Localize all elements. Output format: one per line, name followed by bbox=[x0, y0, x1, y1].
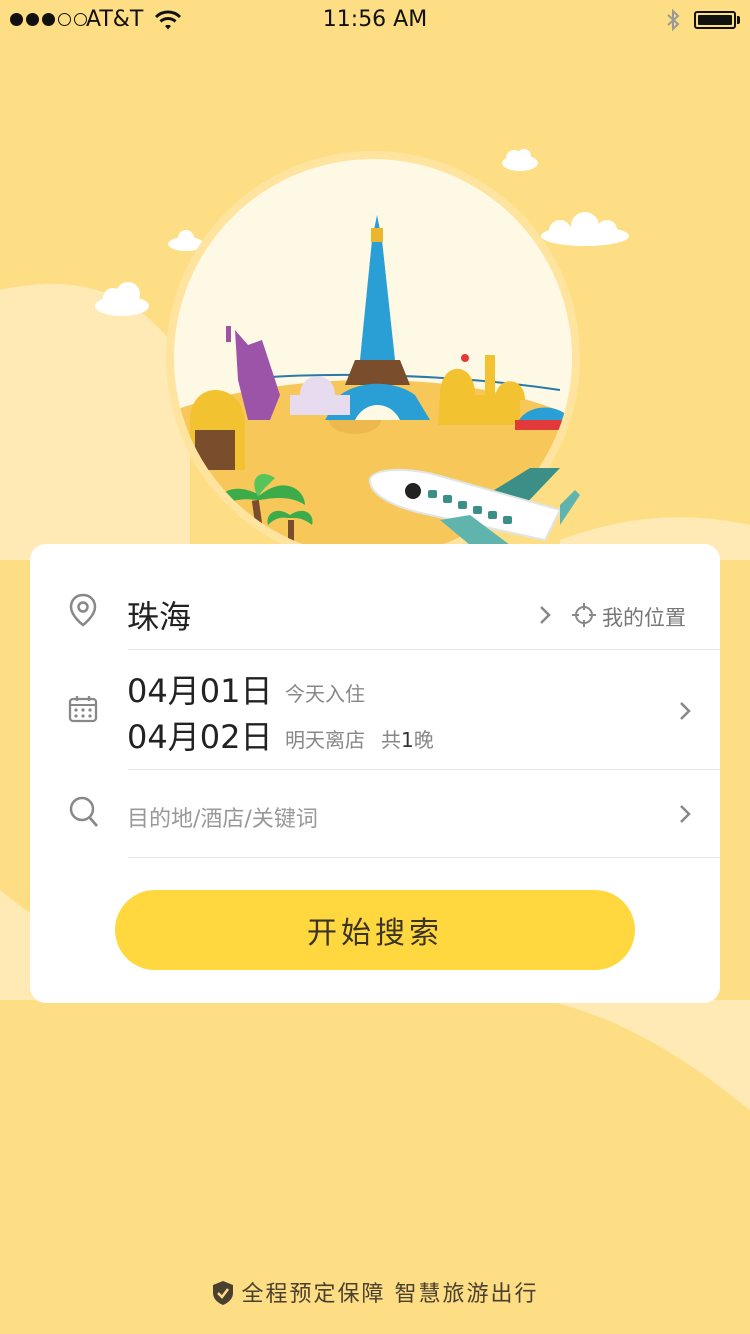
bluetooth-icon bbox=[667, 8, 680, 32]
location-pin-icon bbox=[69, 593, 97, 627]
chevron-right-icon bbox=[680, 805, 691, 823]
keyword-search-row[interactable]: 目的地/酒店/关键词 bbox=[30, 770, 720, 858]
nights-prefix: 共 bbox=[381, 728, 401, 752]
clock: 11:56 AM bbox=[322, 7, 428, 32]
checkout-note: 明天离店 bbox=[285, 728, 365, 752]
chevron-right-icon bbox=[540, 606, 551, 624]
start-search-button[interactable]: 开始搜索 bbox=[115, 890, 635, 970]
checkin-date: 04月01日 bbox=[127, 672, 273, 710]
keyword-input[interactable]: 目的地/酒店/关键词 bbox=[127, 801, 318, 833]
search-icon bbox=[69, 796, 99, 827]
divider bbox=[128, 857, 720, 858]
battery-icon bbox=[694, 11, 736, 29]
city-name: 珠海 bbox=[127, 598, 192, 636]
footer-tagline: 全程预定保障 智慧旅游出行 bbox=[0, 1276, 750, 1308]
nights-summary: 共1晚 bbox=[381, 724, 434, 753]
battery-tip bbox=[737, 16, 740, 24]
date-row[interactable]: 04月01日 今天入住 04月02日 明天离店 共1晚 bbox=[30, 650, 720, 770]
calendar-icon bbox=[68, 696, 98, 723]
checkout-date: 04月02日 bbox=[127, 718, 273, 756]
crosshair-icon[interactable] bbox=[571, 602, 597, 628]
search-card: 珠海 我的位置 04月01日 今天入住 04月02日 明天离店 共1晚 目的地/… bbox=[30, 544, 720, 1003]
footer-text: 全程预定保障 智慧旅游出行 bbox=[241, 1282, 539, 1307]
nights-suffix: 晚 bbox=[413, 728, 434, 752]
checkin-note: 今天入住 bbox=[285, 682, 365, 706]
nights-count: 1 bbox=[401, 728, 414, 752]
status-bar: AT&T 11:56 AM bbox=[0, 0, 750, 40]
travel-illustration bbox=[95, 149, 629, 560]
my-location-button[interactable]: 我的位置 bbox=[602, 602, 686, 632]
location-row[interactable]: 珠海 我的位置 bbox=[30, 544, 720, 650]
shield-check-icon bbox=[212, 1281, 233, 1305]
chevron-right-icon bbox=[680, 702, 691, 720]
